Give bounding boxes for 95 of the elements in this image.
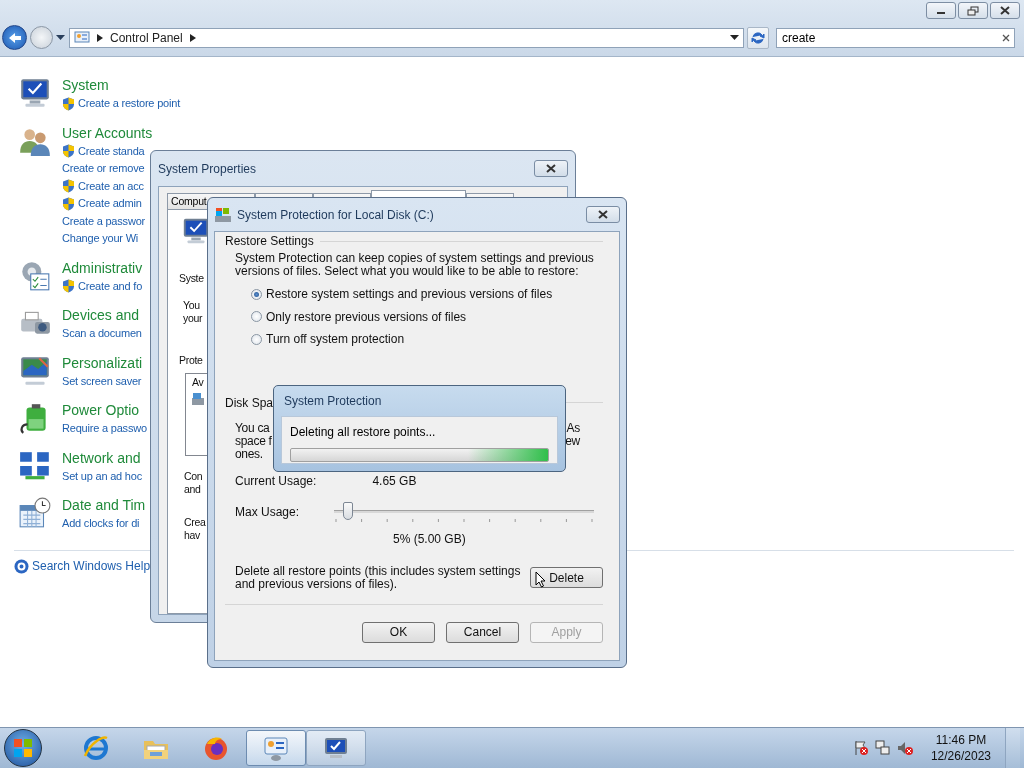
description-text: space f: [235, 434, 272, 448]
chevron-icon[interactable]: [189, 33, 196, 42]
radio-label[interactable]: Turn off system protection: [266, 332, 405, 347]
control-panel-icon: [74, 30, 90, 45]
category-title-link[interactable]: Administrativ: [62, 258, 143, 278]
close-icon: [598, 210, 608, 219]
help-icon[interactable]: [14, 558, 29, 574]
progress-message: Deleting all restore points...: [290, 425, 437, 439]
refresh-button[interactable]: [747, 26, 769, 49]
configure-text: Con and: [184, 470, 203, 496]
category-title-link[interactable]: System: [62, 76, 180, 95]
section-label: Prote: [179, 354, 203, 367]
restore-button[interactable]: [958, 2, 988, 19]
radio-button[interactable]: [251, 333, 262, 345]
start-button[interactable]: [4, 729, 42, 767]
close-icon: [1000, 6, 1010, 15]
window-title: System Properties: [158, 161, 257, 176]
address-bar[interactable]: Control Panel: [69, 27, 744, 48]
radio-button[interactable]: [251, 288, 262, 300]
task-link[interactable]: Scan a documen: [62, 325, 142, 343]
usage-value: 4.65 GB: [372, 473, 417, 488]
radio-label[interactable]: Only restore previous versions of files: [266, 309, 467, 324]
description-text: System Protection can keep copies of system settings and previous versions of files. Select what you would like to be able to restore:: [235, 252, 595, 278]
task-link[interactable]: Create a passwor: [62, 212, 145, 230]
category-title-link[interactable]: Personalizati: [62, 353, 143, 373]
description-text: You ca: [235, 421, 270, 435]
task-link[interactable]: Set screen saver: [62, 372, 142, 390]
clock-date[interactable]: 12/26/2023: [930, 748, 991, 764]
category-title-link[interactable]: Power Optio: [62, 401, 147, 420]
task-link[interactable]: Create or remove: [62, 160, 145, 178]
close-button[interactable]: [586, 206, 620, 223]
task-link[interactable]: Set up an ad hoc: [62, 467, 142, 485]
back-arrow-icon: [7, 31, 22, 44]
search-field[interactable]: create: [776, 27, 1015, 48]
control-panel-icon: [262, 734, 290, 762]
drive-icon: [192, 392, 204, 406]
close-button[interactable]: [990, 2, 1020, 19]
taskbar-button[interactable]: [246, 730, 306, 766]
delete-description: Delete all restore points (this includes system settings and previous versions of files).: [235, 564, 522, 591]
task-link[interactable]: Create admin: [78, 195, 142, 213]
dialog-title: System Protection: [284, 394, 382, 408]
category-title-link[interactable]: User Accounts: [62, 123, 153, 143]
windows-logo-icon: [13, 738, 33, 758]
calendar-clock-icon[interactable]: [18, 496, 52, 530]
help-link[interactable]: Search Windows Help: [32, 559, 151, 573]
field-label: Current Usage:: [235, 473, 317, 488]
task-link[interactable]: Create a restore point: [78, 95, 180, 113]
dialog-button[interactable]: Cancel: [446, 621, 519, 643]
create-text: Crea hav: [184, 516, 206, 542]
close-button[interactable]: [534, 160, 568, 177]
dialog-title: System Protection for Local Disk (C:): [237, 207, 434, 222]
field-label: Max Usage:: [235, 504, 301, 519]
cursor-icon: [535, 571, 546, 588]
clear-icon[interactable]: [1002, 33, 1010, 42]
dialog-button[interactable]: OK: [362, 621, 435, 643]
radio-button[interactable]: [251, 311, 262, 323]
task-link[interactable]: Add clocks for di: [62, 515, 140, 533]
back-button[interactable]: [2, 25, 27, 50]
breadcrumb-link[interactable]: Control Panel: [110, 30, 183, 45]
usage-reading: 5% (5.00 GB): [392, 531, 467, 546]
task-link[interactable]: Create an acc: [78, 177, 144, 195]
restore-icon: [967, 5, 979, 16]
history-dropdown[interactable]: [56, 32, 66, 43]
minimize-button[interactable]: [926, 2, 956, 19]
category-title-link[interactable]: Date and Tim: [62, 496, 146, 515]
intro-text: You your: [183, 299, 203, 325]
radio-label[interactable]: Restore system settings and previous versions of files: [266, 287, 553, 302]
slider-thumb[interactable]: [343, 501, 354, 520]
section-label: Syste: [179, 272, 204, 285]
task-link[interactable]: Require a passwo: [62, 420, 147, 438]
computer-icon[interactable]: [18, 76, 52, 110]
taskbar-button[interactable]: [306, 730, 366, 766]
category-title-link[interactable]: Network and: [62, 448, 142, 468]
description-text: ones.: [235, 447, 263, 461]
category-title-link[interactable]: Devices and: [62, 306, 142, 325]
close-icon: [546, 164, 556, 173]
dropdown-caret-icon[interactable]: [730, 34, 739, 41]
delete-button[interactable]: Delete: [530, 567, 603, 588]
flag-error-icon[interactable]: [852, 740, 869, 756]
slider-track[interactable]: [334, 499, 594, 524]
task-link[interactable]: Create standa: [78, 142, 145, 160]
group-heading: Disk Spa: [225, 395, 274, 410]
description-text: As: [566, 421, 580, 435]
refresh-icon: [751, 30, 765, 45]
task-link[interactable]: Change your Wi: [62, 230, 139, 248]
network-icon[interactable]: [874, 740, 891, 756]
speaker-muted-icon[interactable]: [896, 740, 913, 756]
column-header: Av: [192, 376, 205, 389]
clock-time[interactable]: 11:46 PM: [935, 732, 987, 748]
computer-icon: [214, 206, 232, 223]
group-heading: Restore Settings: [225, 234, 314, 248]
task-link[interactable]: Create and fo: [78, 277, 143, 295]
description-text: ew: [565, 434, 580, 448]
chevron-icon[interactable]: [97, 33, 103, 42]
globe-icon: [82, 734, 110, 762]
